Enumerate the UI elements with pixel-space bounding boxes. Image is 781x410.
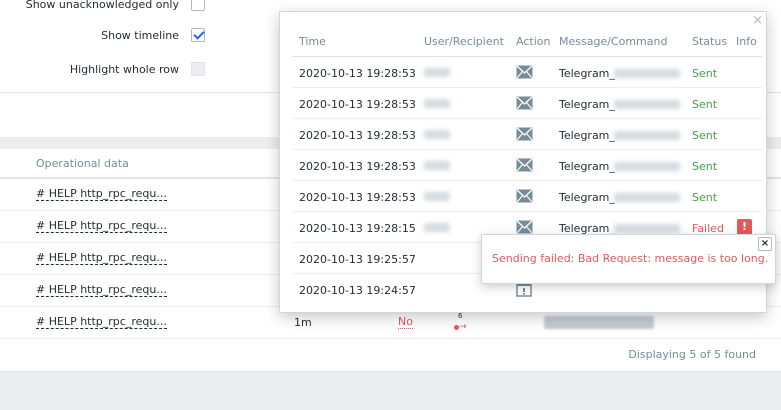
operational-data-link[interactable]: # HELP http_rpc_requ... (36, 188, 167, 201)
action-status: Sent (692, 67, 718, 80)
action-time: 2020-10-13 19:28:53 (299, 98, 416, 111)
message-redacted (614, 224, 680, 233)
action-message: Telegram_ (559, 98, 615, 111)
show-timeline-label: Show timeline (101, 28, 179, 42)
error-info-icon[interactable]: ! (737, 219, 752, 235)
recipient-redacted (424, 130, 450, 139)
action-time: 2020-10-13 19:28:53 (299, 129, 416, 142)
hint-close-button[interactable]: × (758, 237, 772, 251)
error-hint-box: × Sending failed: Bad Request: message i… (481, 234, 776, 284)
col-recipient-header: User/Recipient (424, 35, 504, 48)
action-status: Sent (692, 191, 718, 204)
action-message: Telegram_ (559, 160, 615, 173)
recipient-redacted (424, 192, 450, 201)
action-row: 2020-10-13 19:28:53 Telegram_ Sent (292, 119, 762, 150)
action-row: 2020-10-13 19:28:53 Telegram_ Sent (292, 150, 762, 181)
ack-link[interactable]: No (398, 316, 413, 329)
envelope-icon (516, 96, 533, 110)
action-row: 2020-10-13 19:28:53 Telegram_ Sent (292, 57, 762, 88)
envelope-icon (516, 65, 533, 79)
action-row: 2020-10-13 19:28:53 Telegram_ Sent (292, 88, 762, 119)
table-footer-count: Displaying 5 of 5 found (628, 348, 756, 361)
message-redacted (614, 100, 680, 109)
recipient-redacted (424, 223, 450, 232)
recipient-redacted (424, 68, 450, 77)
action-status: Sent (692, 160, 718, 173)
action-message: Telegram_ (559, 67, 615, 80)
envelope-icon (516, 220, 533, 234)
col-action-header: Action (516, 35, 551, 48)
envelope-icon (516, 127, 533, 141)
action-time: 2020-10-13 19:24:57 (299, 284, 416, 297)
arrow-right-icon: → (459, 322, 467, 332)
filter-highlight-row: Highlight whole row (0, 59, 205, 79)
operational-data-link[interactable]: # HELP http_rpc_requ... (36, 316, 167, 329)
message-redacted (614, 193, 680, 202)
col-status-header: Status (692, 35, 728, 48)
message-redacted (614, 69, 680, 78)
action-time: 2020-10-13 19:25:57 (299, 253, 416, 266)
highlight-row-checkbox (191, 62, 205, 76)
action-status: Sent (692, 98, 718, 111)
show-timeline-checkbox[interactable] (191, 28, 205, 42)
recipient-redacted (424, 99, 450, 108)
operational-data-header[interactable]: Operational data (36, 157, 129, 170)
filter-show-unacknowledged[interactable]: Show unacknowledged only (0, 0, 205, 14)
hint-error-text: Sending failed: Bad Request: message is … (492, 252, 769, 265)
action-time: 2020-10-13 19:28:15 (299, 222, 416, 235)
operational-data-link[interactable]: # HELP http_rpc_requ... (36, 220, 167, 233)
action-time: 2020-10-13 19:28:53 (299, 160, 416, 173)
show-unacknowledged-checkbox[interactable] (191, 0, 205, 11)
col-info-header: Info (736, 35, 757, 48)
envelope-icon (516, 158, 533, 172)
message-redacted (614, 131, 680, 140)
tags-redacted (544, 316, 654, 329)
action-status: Sent (692, 129, 718, 142)
action-time: 2020-10-13 19:28:53 (299, 191, 416, 204)
filter-show-timeline[interactable]: Show timeline (0, 25, 205, 45)
actions-indicator[interactable]: 6 → (452, 312, 476, 332)
message-redacted (614, 162, 680, 171)
envelope-icon (516, 189, 533, 203)
action-time: 2020-10-13 19:28:53 (299, 67, 416, 80)
duration-value: 1m (294, 316, 312, 329)
recipient-redacted (424, 161, 450, 170)
highlight-row-label: Highlight whole row (69, 62, 179, 76)
operational-data-link[interactable]: # HELP http_rpc_requ... (36, 284, 167, 297)
col-message-header: Message/Command (559, 35, 668, 48)
action-message: Telegram_ (559, 129, 615, 142)
actions-count: 6 (458, 312, 463, 320)
show-unacknowledged-label: Show unacknowledged only (25, 0, 179, 11)
popup-close-icon[interactable]: × (752, 13, 763, 28)
col-time-header: Time (299, 35, 326, 48)
operational-data-link[interactable]: # HELP http_rpc_requ... (36, 252, 167, 265)
action-row: 2020-10-13 19:28:53 Telegram_ Sent (292, 181, 762, 212)
action-message: Telegram_ (559, 191, 615, 204)
